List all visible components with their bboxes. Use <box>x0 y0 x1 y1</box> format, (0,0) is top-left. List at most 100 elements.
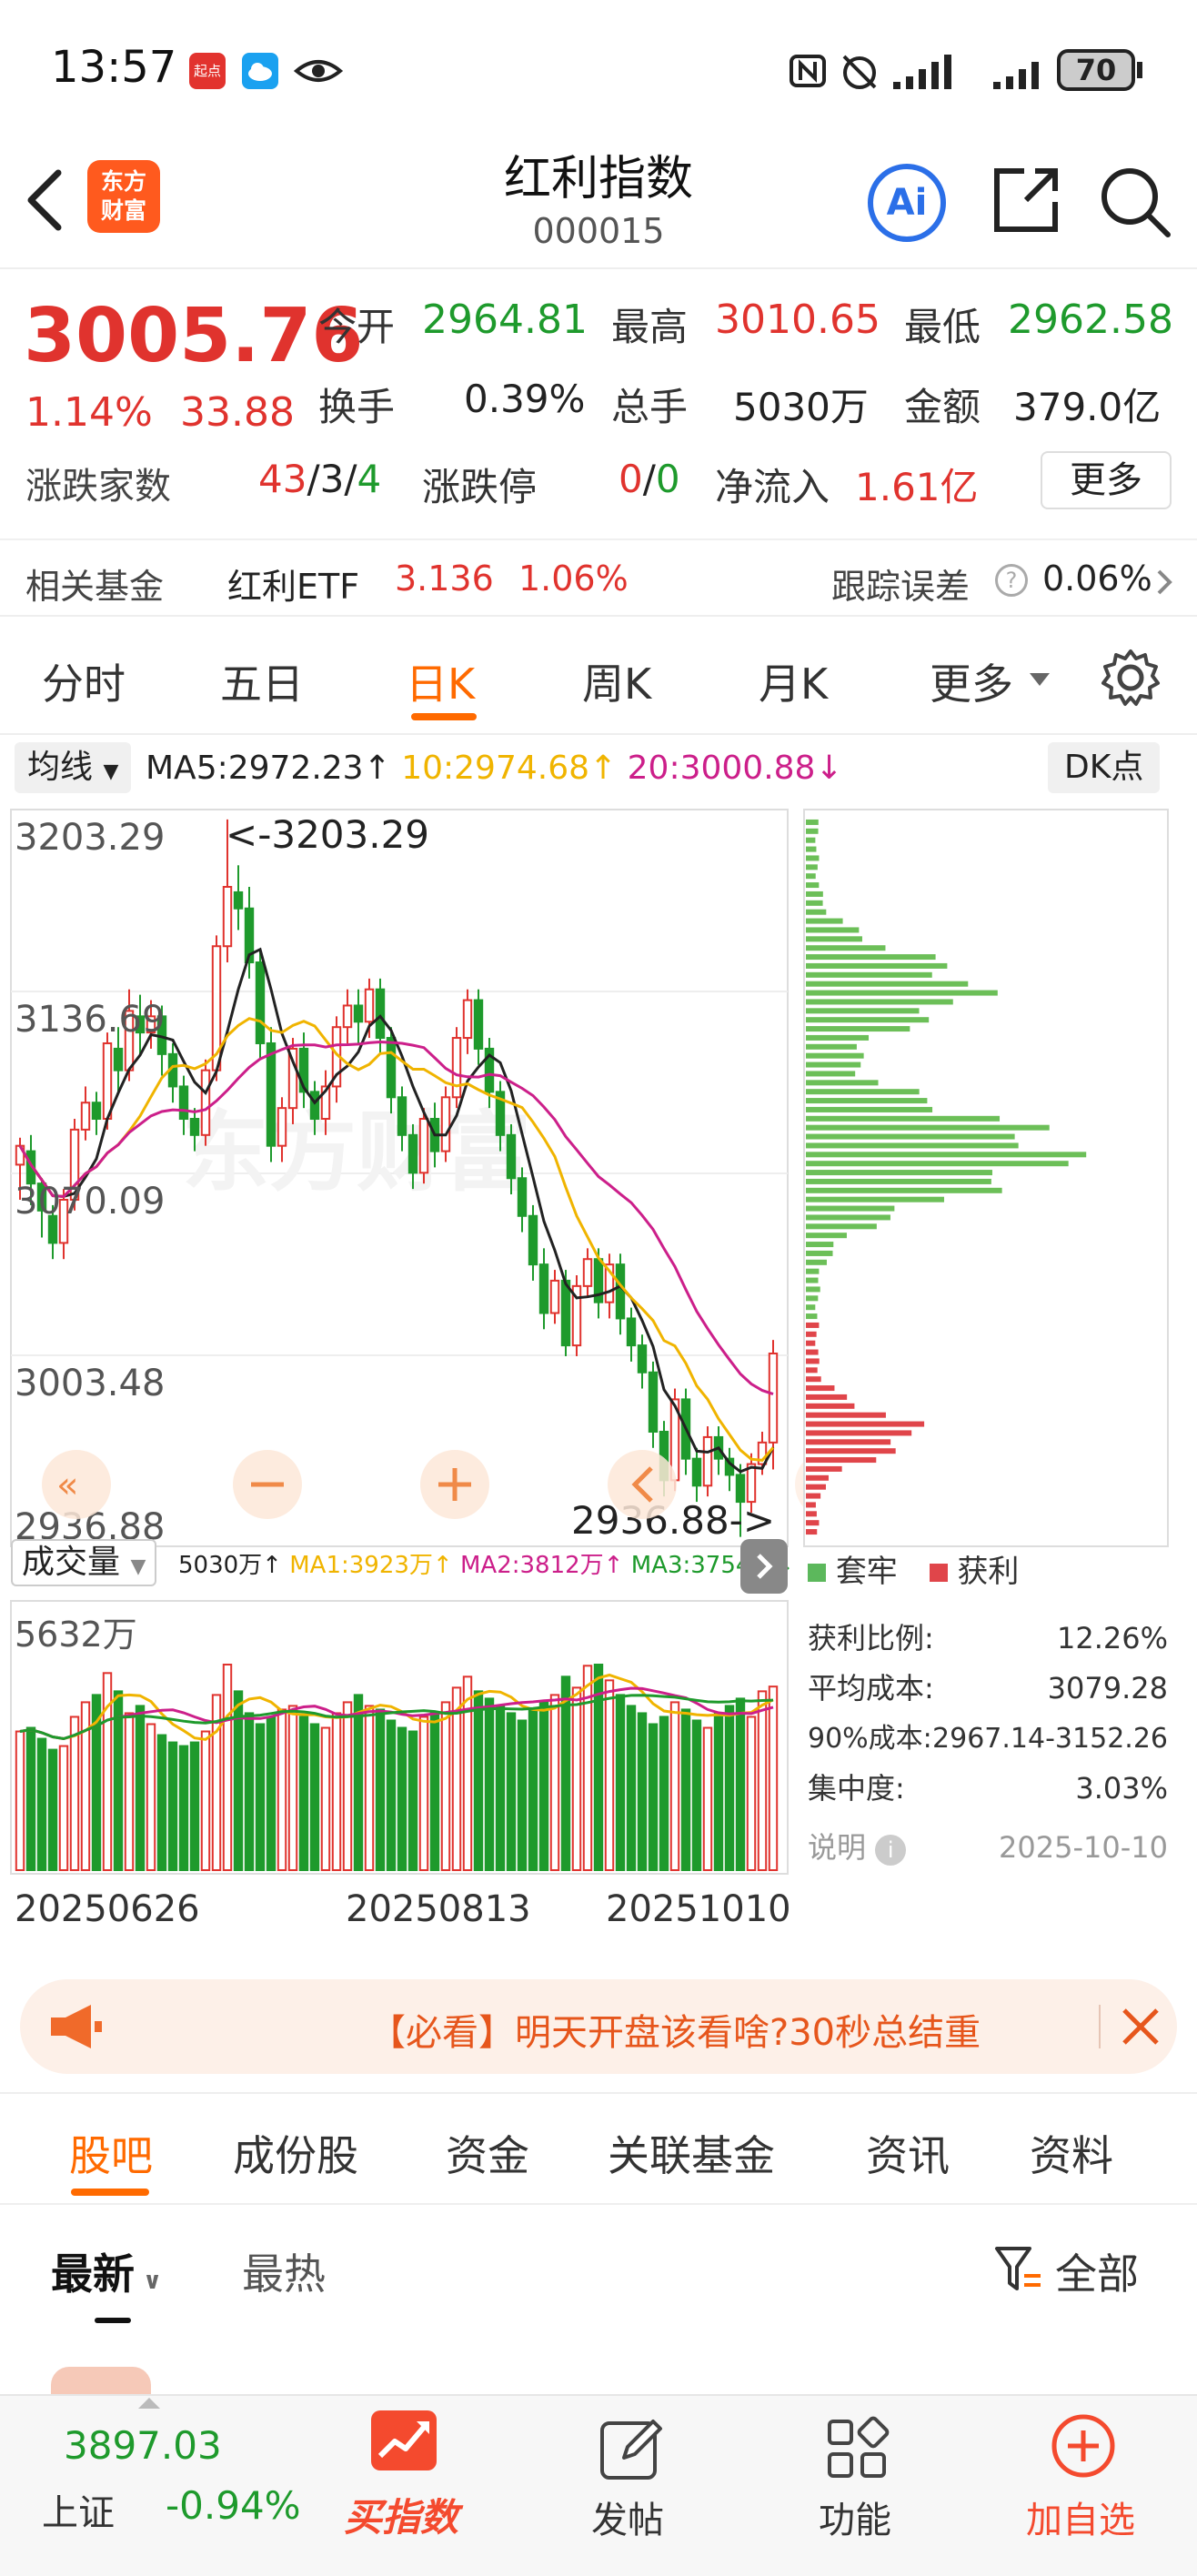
scroll-left-button[interactable]: « <box>42 1450 111 1519</box>
sse-index-value[interactable]: 3897.03 <box>64 2423 222 2468</box>
ai-button[interactable]: Ai <box>868 164 946 242</box>
chip-bar-trapped <box>806 1277 819 1283</box>
dropdown-caret-icon <box>1030 673 1050 691</box>
price-axis-label: 3136.69 <box>15 999 165 1041</box>
chip-bar-trapped <box>806 1089 920 1095</box>
current-price: 3005.76 <box>24 293 364 379</box>
change-abs: 33.88 <box>180 389 295 436</box>
volume-selector-label: 成交量 <box>22 1544 121 1581</box>
zoom-out-button[interactable] <box>233 1450 302 1519</box>
trend-chart-icon[interactable] <box>371 2410 437 2470</box>
tab-more[interactable]: 更多 <box>930 651 1013 711</box>
candle-body <box>637 1344 648 1374</box>
volume-bar <box>244 1712 255 1871</box>
volume-bar <box>637 1712 648 1871</box>
chip-bar-profit <box>806 1484 826 1490</box>
chip-note[interactable]: 说明 i <box>808 1823 907 1873</box>
tab-news[interactable]: 资讯 <box>866 2123 950 2183</box>
filter-all[interactable]: 全部 <box>1055 2241 1139 2301</box>
sort-latest[interactable]: 最新 ∨ <box>51 2241 162 2301</box>
back-icon[interactable] <box>22 164 67 240</box>
status-bar: 13:57 起点 70 <box>0 0 1197 136</box>
filter-icon[interactable] <box>993 2243 1044 2298</box>
limit-down: 0 <box>655 457 680 501</box>
share-icon[interactable] <box>990 164 1062 240</box>
chip-bar-profit <box>806 1322 820 1328</box>
volume-bar <box>58 1745 69 1871</box>
news-banner[interactable]: 【必看】明天开盘该看啥?30秒总结重 <box>20 1979 1177 2074</box>
volume-bar <box>495 1705 506 1872</box>
megaphone-icon <box>47 2001 104 2056</box>
chip-stat-label: 平均成本: <box>808 1671 934 1706</box>
ma-selector[interactable]: 均线 ▼ <box>15 742 132 793</box>
tab-monthly-k[interactable]: 月K <box>759 651 828 711</box>
chip-bar-profit <box>806 1349 819 1355</box>
tab-capital[interactable]: 资金 <box>446 2123 529 2183</box>
fund-name[interactable]: 红利ETF <box>227 558 359 609</box>
buy-index-button[interactable]: 买指数 <box>344 2487 458 2542</box>
eastmoney-logo: 东方 财富 <box>87 160 160 233</box>
candle-body <box>397 1096 407 1136</box>
candle-body <box>517 1177 528 1217</box>
tab-constituents[interactable]: 成份股 <box>233 2123 358 2183</box>
chip-bar-profit <box>806 1529 818 1535</box>
close-icon[interactable] <box>1121 2005 1161 2052</box>
post-button[interactable]: 发帖 <box>591 2490 664 2543</box>
chip-bar-trapped <box>806 1178 991 1184</box>
scroll-prev-button[interactable] <box>608 1450 677 1519</box>
expand-panel-button[interactable] <box>740 1539 788 1594</box>
cloud-app-icon <box>242 53 278 89</box>
chip-bar-profit <box>806 1474 829 1481</box>
help-icon[interactable]: ? <box>995 564 1028 597</box>
chip-bar-profit <box>806 1358 820 1364</box>
more-button[interactable]: 更多 <box>1041 451 1172 509</box>
function-grid-icon[interactable] <box>824 2416 890 2485</box>
volume-bar <box>15 1730 25 1872</box>
legend-trapped-swatch <box>808 1564 826 1582</box>
banner-text: 【必看】明天开盘该看啥?30秒总结重 <box>369 2012 981 2054</box>
tab-daily-k[interactable]: 日K <box>406 651 475 711</box>
search-icon[interactable] <box>1097 164 1173 244</box>
chip-bar-trapped <box>806 1133 1015 1140</box>
tab-active-indicator <box>71 2189 149 2196</box>
chip-bar-profit <box>806 1394 848 1400</box>
chevron-right-icon[interactable] <box>1155 568 1173 600</box>
tab-forum[interactable]: 股吧 <box>69 2123 153 2183</box>
signal-icon-1 <box>891 51 966 95</box>
volume-bar <box>266 1716 277 1871</box>
volume-selector[interactable]: 成交量 ▼ <box>11 1539 157 1586</box>
dk-point-button[interactable]: DK点 <box>1048 742 1161 793</box>
edit-post-icon[interactable] <box>597 2416 666 2489</box>
chip-bar-trapped <box>806 1223 877 1230</box>
chip-stat-row: 集中度: 3.03% <box>808 1764 1168 1814</box>
candle-body <box>506 1133 517 1180</box>
volume-bar <box>528 1708 538 1871</box>
function-button[interactable]: 功能 <box>819 2490 891 2543</box>
volume-bar <box>397 1726 407 1871</box>
tab-intraday[interactable]: 分时 <box>42 651 126 711</box>
add-watchlist-button[interactable]: 加自选 <box>1026 2490 1135 2543</box>
tab-weekly-k[interactable]: 周K <box>582 651 651 711</box>
chip-stat-label: 获利比例: <box>808 1621 934 1655</box>
chip-bar-trapped <box>806 1043 857 1050</box>
candle-body <box>364 988 375 1023</box>
sort-hot[interactable]: 最热 <box>242 2241 326 2301</box>
chip-bar-trapped <box>806 1106 933 1112</box>
settings-gear-icon[interactable] <box>1101 648 1161 711</box>
tab-profile[interactable]: 资料 <box>1030 2123 1113 2183</box>
chip-bar-trapped <box>806 1008 920 1014</box>
zoom-in-button[interactable] <box>420 1450 489 1519</box>
volume-bar <box>669 1701 680 1871</box>
tab-five-day[interactable]: 五日 <box>220 651 304 711</box>
volume-label: 总手 <box>611 385 689 429</box>
add-circle-icon[interactable] <box>1050 2412 1117 2483</box>
chip-stat-value: 2967.14-3152.26 <box>932 1723 1168 1755</box>
quote-panel: 3005.76 1.14% 33.88 今开 2964.81 最高 3010.6… <box>0 271 1197 617</box>
nav-bar: 东方 财富 红利指数 000015 Ai <box>0 136 1197 269</box>
tab-related-funds[interactable]: 关联基金 <box>608 2123 775 2183</box>
volume-bar <box>604 1679 615 1871</box>
volume-ma1: MA1:3923万↑ <box>289 1552 453 1579</box>
sort-active-indicator <box>95 2318 131 2323</box>
volume-bar <box>571 1686 582 1871</box>
volume-bar <box>768 1685 779 1872</box>
